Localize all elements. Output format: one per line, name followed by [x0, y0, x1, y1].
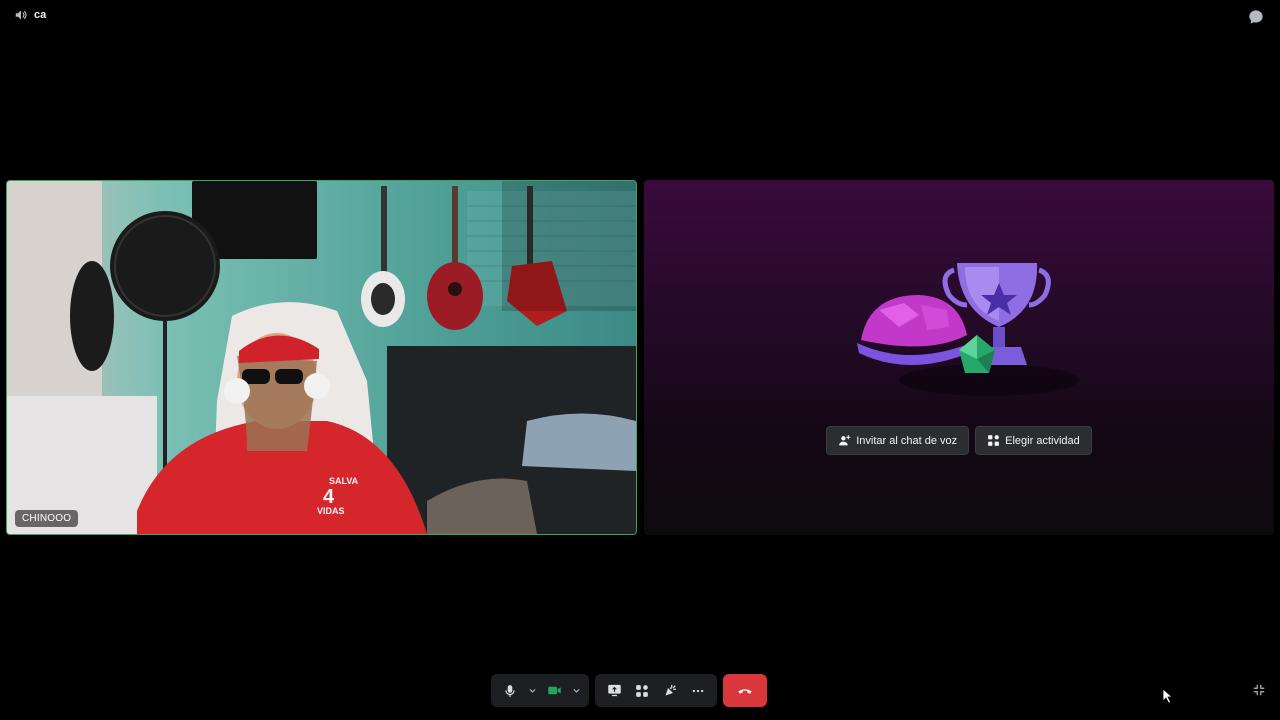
- rocket-grid-icon: [636, 684, 648, 697]
- participant-video: SALVA 4 VIDAS: [7, 181, 636, 534]
- call-controls: [491, 674, 767, 707]
- shirt-text-line-3: VIDAS: [317, 506, 345, 516]
- screen-share-icon: [607, 684, 621, 697]
- more-icon: [692, 689, 704, 692]
- activity-actions: Invitar al chat de voz Elegir actividad: [644, 426, 1274, 455]
- invite-voice-chat-label: Invitar al chat de voz: [856, 434, 958, 447]
- more-options-button[interactable]: [685, 678, 711, 704]
- activity-tile: Invitar al chat de voz Elegir actividad: [644, 180, 1274, 535]
- channel-name: ca: [34, 9, 47, 21]
- exit-fullscreen-icon[interactable]: [1252, 683, 1266, 697]
- microphone-options-button[interactable]: [525, 678, 539, 704]
- voice-channel-header[interactable]: ca: [14, 8, 46, 22]
- invite-voice-chat-button[interactable]: Invitar al chat de voz: [826, 426, 970, 455]
- chat-bubble-icon[interactable]: [1248, 9, 1264, 25]
- chevron-down-icon: [528, 688, 536, 693]
- camera-options-button[interactable]: [569, 678, 583, 704]
- screen-share-button[interactable]: [601, 678, 627, 704]
- activity-illustration: [857, 263, 1079, 396]
- microphone-icon: [505, 684, 515, 697]
- choose-activity-label: Elegir actividad: [1005, 434, 1080, 447]
- soundboard-icon: [665, 684, 676, 696]
- soundboard-button[interactable]: [657, 678, 683, 704]
- phone-hangup-icon: [738, 688, 752, 694]
- activity-controls-group: [595, 674, 717, 707]
- add-person-icon: [839, 435, 851, 446]
- microphone-button[interactable]: [497, 678, 523, 704]
- top-bar: ca: [0, 0, 1280, 34]
- speaker-icon: [15, 10, 27, 20]
- shirt-text-line-2: 4: [323, 486, 335, 508]
- mouse-cursor-icon: [1162, 688, 1174, 704]
- choose-activity-button[interactable]: Elegir actividad: [975, 426, 1092, 455]
- disconnect-button[interactable]: [723, 674, 767, 707]
- camera-icon: [547, 686, 561, 695]
- activities-icon: [988, 435, 1000, 446]
- camera-button[interactable]: [541, 678, 567, 704]
- shirt-text-line-1: SALVA: [329, 476, 359, 486]
- media-controls-group: [491, 674, 589, 707]
- activities-button[interactable]: [629, 678, 655, 704]
- participant-video-tile[interactable]: SALVA 4 VIDAS CHINOOO: [6, 180, 637, 535]
- chevron-down-icon: [572, 688, 580, 693]
- participant-name-tag: CHINOOO: [15, 510, 79, 527]
